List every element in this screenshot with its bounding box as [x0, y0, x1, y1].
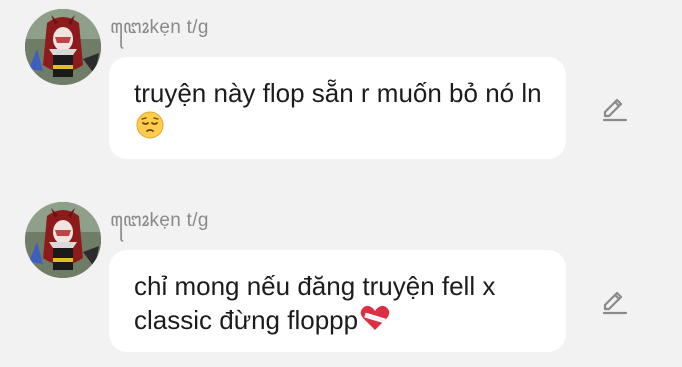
edit-pencil-icon[interactable] — [600, 94, 630, 124]
message-bubble: chỉ mong nếu đăng truyện fell x classic … — [109, 250, 566, 352]
pensive-face-icon — [135, 110, 165, 148]
comment-item: ꦔꦺꦴkẹn t/g chỉ mong nếu đăng truyện fell… — [0, 193, 682, 363]
avatar[interactable] — [25, 9, 101, 85]
message-bubble: truyện này flop sẵn r muốn bỏ nó ln — [109, 57, 566, 159]
message-text-container: chỉ mong nếu đăng truyện fell x classic … — [134, 270, 554, 341]
avatar-image — [25, 9, 101, 85]
username[interactable]: ꦔꦺꦴkẹn t/g — [110, 206, 209, 244]
message-text-container: truyện này flop sẵn r muốn bỏ nó ln — [134, 77, 554, 148]
message-text: truyện này flop sẵn r muốn bỏ nó ln — [134, 78, 542, 108]
avatar[interactable] — [25, 202, 101, 278]
mending-heart-icon — [359, 303, 391, 341]
message-text: chỉ mong nếu đăng truyện fell x classic … — [134, 271, 496, 335]
comment-item: ꦔꦺꦴkẹn t/g truyện này flop sẵn r muốn bỏ… — [0, 0, 682, 170]
username[interactable]: ꦔꦺꦴkẹn t/g — [110, 13, 209, 51]
edit-pencil-icon[interactable] — [600, 287, 630, 317]
avatar-image — [25, 202, 101, 278]
